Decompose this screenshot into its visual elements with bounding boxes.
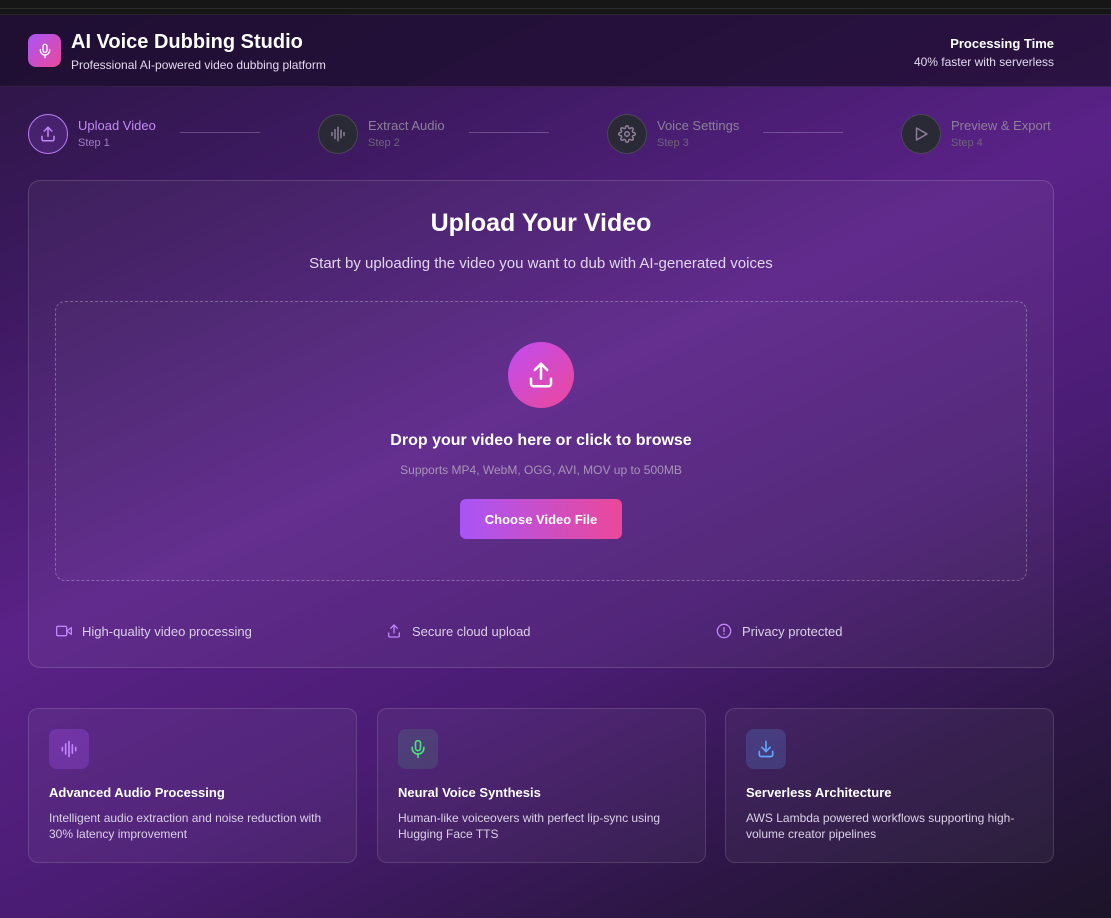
app-subtitle: Professional AI-powered video dubbing pl… — [71, 58, 326, 72]
info-card-description: Human-like voiceovers with perfect lip-s… — [398, 811, 661, 841]
choose-video-file-button[interactable]: Choose Video File — [460, 499, 622, 539]
microphone-icon — [411, 739, 425, 759]
step-2-circle — [318, 114, 358, 154]
step-1-circle — [28, 114, 68, 154]
info-card-title: Advanced Audio Processing — [49, 785, 225, 800]
info-card-icon-box — [49, 729, 89, 769]
feature-label: Privacy protected — [742, 623, 843, 639]
browser-top-strip — [0, 0, 1111, 15]
video-dropzone[interactable]: Drop your video here or click to browse … — [55, 301, 1027, 581]
info-card-voice-synthesis: Neural Voice Synthesis Human-like voiceo… — [377, 708, 706, 863]
step-number: Step 4 — [951, 137, 983, 149]
processing-time-label: Processing Time — [950, 36, 1054, 51]
waveform-icon — [61, 740, 77, 758]
info-card-title: Neural Voice Synthesis — [398, 785, 541, 800]
step-label: Upload Video — [78, 118, 156, 133]
app-logo — [28, 34, 61, 67]
feature-label: Secure cloud upload — [412, 623, 531, 639]
step-number: Step 2 — [368, 137, 400, 149]
step-number: Step 3 — [657, 137, 689, 149]
waveform-icon — [331, 126, 345, 142]
microphone-icon — [39, 43, 50, 58]
info-card-serverless: Serverless Architecture AWS Lambda power… — [725, 708, 1054, 863]
app-header: AI Voice Dubbing Studio Professional AI-… — [0, 15, 1111, 87]
download-icon — [758, 740, 774, 758]
step-4-circle — [901, 114, 941, 154]
step-label: Voice Settings — [657, 118, 740, 133]
feature-video-processing: High-quality video processing — [56, 622, 252, 640]
upload-circle — [508, 342, 574, 408]
dropzone-title: Drop your video here or click to browse — [390, 432, 692, 449]
step-label: Preview & Export — [951, 118, 1051, 133]
gear-icon — [618, 125, 636, 143]
video-icon — [56, 625, 72, 637]
app-title: AI Voice Dubbing Studio — [71, 31, 303, 53]
step-number: Step 1 — [78, 137, 110, 149]
step-connector — [469, 132, 549, 133]
upload-title: Upload Your Video — [430, 209, 652, 237]
processing-time-value: 40% faster with serverless — [913, 55, 1054, 69]
alert-circle-icon — [716, 623, 732, 639]
step-connector — [180, 132, 260, 133]
upload-subtitle: Start by uploading the video you want to… — [309, 255, 773, 272]
info-card-description: Intelligent audio extraction and noise r… — [49, 811, 322, 841]
upload-icon — [529, 362, 553, 388]
step-connector — [763, 132, 843, 133]
feature-label: High-quality video processing — [82, 623, 252, 639]
info-card-description: AWS Lambda powered workflows supporting … — [746, 811, 1015, 841]
upload-icon — [41, 126, 55, 142]
info-card-title: Serverless Architecture — [746, 785, 892, 800]
upload-card: Upload Your Video Start by uploading the… — [28, 180, 1054, 668]
feature-privacy: Privacy protected — [716, 622, 842, 640]
info-card-icon-box — [398, 729, 438, 769]
step-label: Extract Audio — [368, 118, 445, 133]
play-icon — [915, 127, 928, 141]
info-card-icon-box — [746, 729, 786, 769]
info-card-audio-processing: Advanced Audio Processing Intelligent au… — [28, 708, 357, 863]
upload-icon — [388, 624, 400, 638]
processing-time-stat: Processing Time 40% faster with serverle… — [914, 36, 1054, 69]
feature-secure-upload: Secure cloud upload — [386, 622, 531, 640]
dropzone-hint: Supports MP4, WebM, OGG, AVI, MOV up to … — [400, 463, 682, 477]
step-3-circle — [607, 114, 647, 154]
